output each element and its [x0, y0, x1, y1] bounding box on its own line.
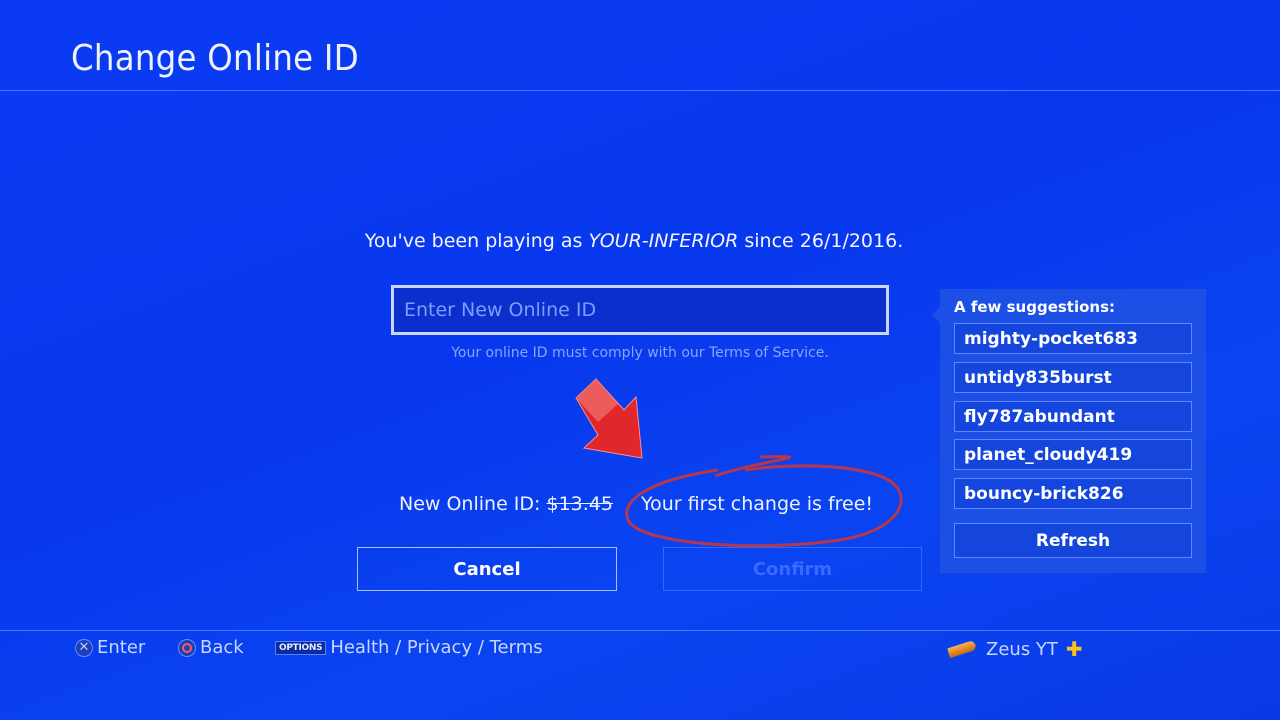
bullet-avatar-icon — [947, 639, 977, 659]
cross-button-icon: ✕ — [75, 638, 93, 657]
free-change-note: Your first change is free! — [641, 493, 874, 515]
hint-enter-label: Enter — [97, 637, 146, 658]
hint-options-label: Health / Privacy / Terms — [330, 637, 543, 658]
online-id-input[interactable] — [394, 288, 886, 332]
current-online-id: YOUR-INFERIOR — [588, 230, 739, 252]
footer-divider — [0, 630, 1280, 631]
suggestion-item[interactable]: mighty-pocket683 — [954, 323, 1192, 354]
hint-enter[interactable]: ✕ Enter — [75, 637, 145, 658]
user-info: Zeus YT ✚ — [947, 637, 1083, 661]
user-name: Zeus YT — [986, 638, 1058, 660]
hint-back-label: Back — [200, 637, 244, 658]
suggestion-item[interactable]: bouncy-brick826 — [954, 478, 1192, 509]
suggestion-item[interactable]: untidy835burst — [954, 362, 1192, 393]
suggestions-title: A few suggestions: — [954, 298, 1116, 316]
cancel-button[interactable]: Cancel — [357, 547, 617, 591]
options-button-icon: OPTIONS — [275, 640, 327, 655]
red-arrow-icon — [575, 378, 643, 459]
online-id-field[interactable] — [391, 285, 889, 335]
suggestion-item[interactable]: fly787abundant — [954, 401, 1192, 432]
hint-back[interactable]: Back — [178, 637, 244, 658]
price-line: New Online ID: $13.45 — [399, 493, 613, 515]
intro-text: You've been playing as YOUR-INFERIOR sin… — [0, 230, 1268, 252]
intro-suffix: since 26/1/2016. — [738, 230, 904, 252]
price-label: New Online ID: — [399, 493, 547, 515]
confirm-button[interactable]: Confirm — [663, 547, 922, 591]
ps-plus-icon: ✚ — [1065, 637, 1083, 661]
refresh-button[interactable]: Refresh — [954, 523, 1192, 558]
old-price: $13.45 — [546, 493, 613, 515]
page-title: Change Online ID — [71, 38, 359, 79]
hint-options[interactable]: OPTIONS Health / Privacy / Terms — [275, 637, 543, 658]
circle-button-icon — [178, 638, 196, 657]
suggestion-item[interactable]: planet_cloudy419 — [954, 439, 1192, 470]
intro-prefix: You've been playing as — [364, 230, 589, 252]
suggestions-panel: A few suggestions: mighty-pocket683 unti… — [932, 289, 1206, 573]
header-divider — [0, 90, 1280, 91]
